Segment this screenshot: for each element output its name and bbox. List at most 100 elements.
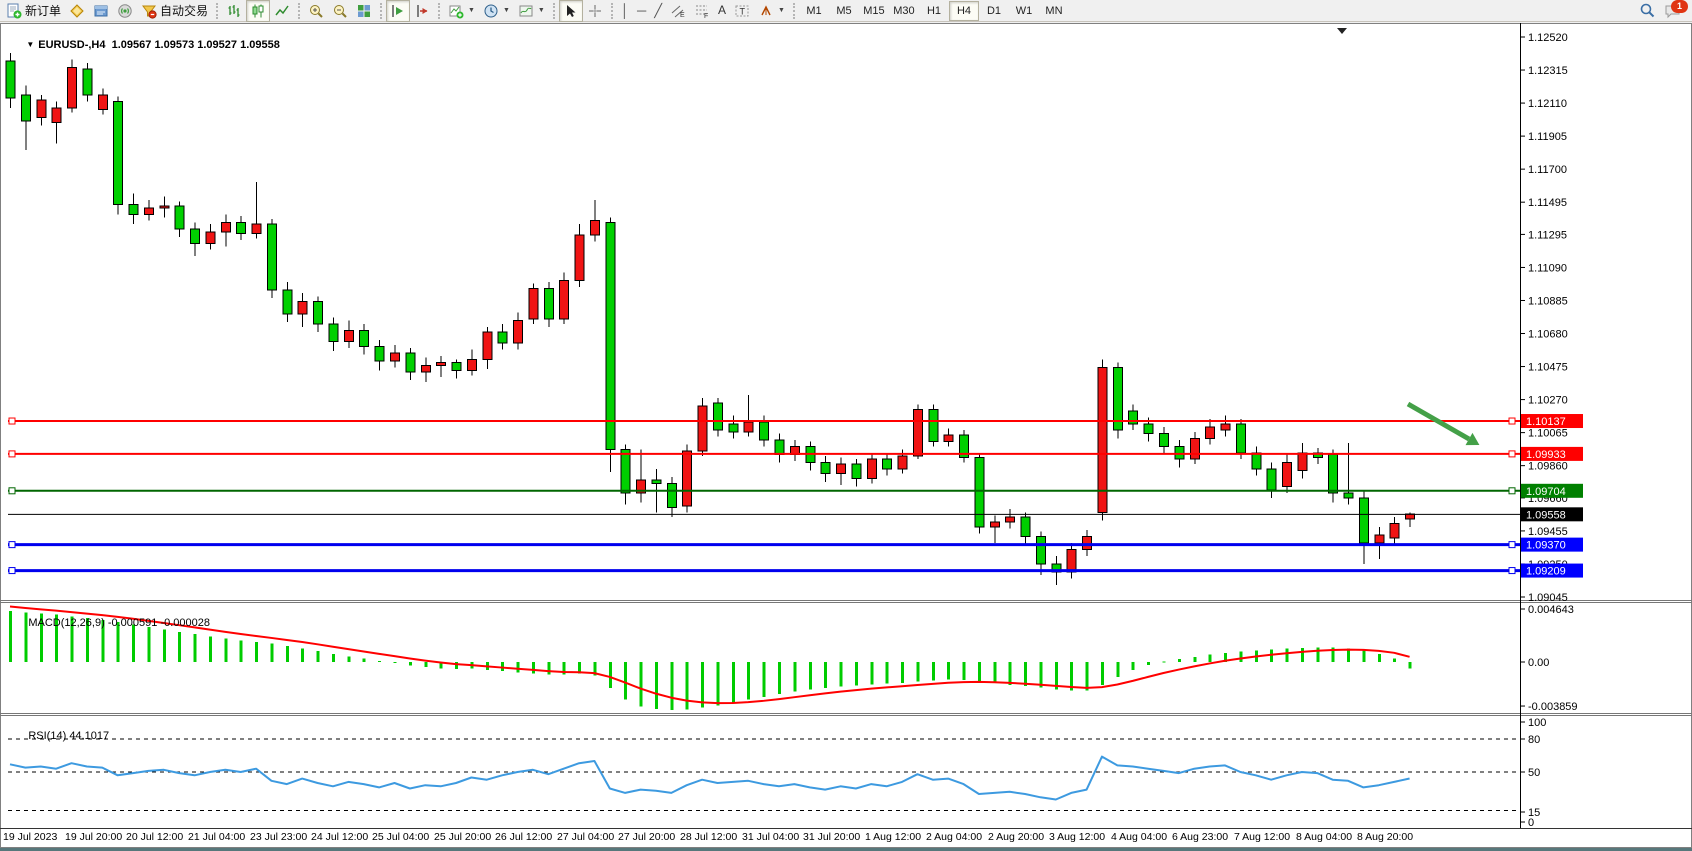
zoom-out-button[interactable] <box>328 0 352 22</box>
candle-up <box>1375 535 1384 543</box>
auto-trading-button[interactable]: 自动交易 <box>137 0 212 22</box>
chart-background <box>0 23 1692 848</box>
cursor-button[interactable] <box>559 0 583 22</box>
price-axis-label: 1.11700 <box>1528 164 1567 176</box>
market-watch-button[interactable] <box>65 0 89 22</box>
macd-bar <box>824 662 827 688</box>
templates-button[interactable]: ▼ <box>514 0 549 22</box>
macd-bar <box>963 662 966 680</box>
candle-up <box>1298 453 1307 471</box>
line-anchor-square[interactable] <box>9 542 15 548</box>
search-button[interactable] <box>1635 0 1660 22</box>
signals-button[interactable] <box>113 0 137 22</box>
line-anchor-square[interactable] <box>9 418 15 424</box>
chart-context-arrow-icon[interactable]: ▼ <box>26 40 34 49</box>
line-anchor-square[interactable] <box>1509 488 1515 494</box>
macd-bar <box>1101 662 1104 685</box>
rsi-indicator-label: RSI(14) 44.1017 <box>10 718 109 754</box>
candle-down <box>329 324 338 342</box>
macd-bar <box>624 662 627 700</box>
trendline-button[interactable]: ╱ <box>650 0 666 22</box>
crosshair-button[interactable] <box>583 0 607 22</box>
candle-down <box>1160 433 1169 446</box>
macd-bar <box>886 662 889 684</box>
macd-bar <box>993 662 996 683</box>
notification-badge: 1 <box>1671 0 1688 13</box>
text-icon: A <box>718 4 726 17</box>
macd-bar <box>1009 662 1012 685</box>
candle-up <box>298 301 307 314</box>
market-watch-icon <box>69 3 85 19</box>
new-order-button[interactable]: 新订单 <box>2 0 65 22</box>
line-anchor-square[interactable] <box>9 568 15 574</box>
notifications-button[interactable]: 1 <box>1660 0 1686 22</box>
macd-bar <box>747 662 750 700</box>
chart-title: ▼EURUSD-,H4 1.09567 1.09573 1.09527 1.09… <box>8 27 280 63</box>
timeframe-w1-button[interactable]: W1 <box>1009 1 1039 21</box>
price-axis-label: 1.11495 <box>1528 197 1567 209</box>
line-anchor-square[interactable] <box>9 451 15 457</box>
timeframe-m5-button[interactable]: M5 <box>829 1 859 21</box>
auto-scroll-button[interactable] <box>386 0 410 22</box>
price-axis-label: 1.12110 <box>1528 98 1567 110</box>
horizontal-line-button[interactable]: ─ <box>633 0 650 22</box>
indicators-button[interactable]: ▼ <box>444 0 479 22</box>
candle-down <box>452 363 461 371</box>
candle-chart-mode-button[interactable] <box>246 0 270 22</box>
price-axis-label: 1.09860 <box>1528 461 1568 473</box>
candle-down <box>1236 424 1245 453</box>
macd-bar <box>670 662 673 710</box>
candle-up <box>944 435 953 441</box>
bar-chart-mode-button[interactable] <box>222 0 246 22</box>
macd-bar <box>1178 659 1181 662</box>
timeframe-m30-button[interactable]: M30 <box>889 1 919 21</box>
time-axis-label: 23 Jul 23:00 <box>250 831 307 843</box>
macd-bar <box>363 659 366 662</box>
candle-up <box>467 359 476 370</box>
candle-up <box>560 280 569 319</box>
tile-windows-icon <box>356 3 372 19</box>
price-tag-label: 1.09209 <box>1526 566 1566 578</box>
time-axis-label: 28 Jul 12:00 <box>680 831 737 843</box>
price-axis-label: 1.12520 <box>1528 32 1568 44</box>
vertical-line-button[interactable]: │ <box>617 0 633 22</box>
candle-down <box>114 101 123 204</box>
text-button[interactable]: A <box>714 0 730 22</box>
navigator-button[interactable] <box>89 0 113 22</box>
line-anchor-square[interactable] <box>9 488 15 494</box>
timeframe-mn-button[interactable]: MN <box>1039 1 1069 21</box>
timeframe-h1-button[interactable]: H1 <box>919 1 949 21</box>
text-label-button[interactable]: T <box>730 0 754 22</box>
candle-up <box>52 108 61 123</box>
macd-bar <box>686 662 689 709</box>
timeframe-d1-button[interactable]: D1 <box>979 1 1009 21</box>
new-order-label: 新订单 <box>25 2 61 19</box>
macd-bar <box>947 662 950 680</box>
price-axis-label: 1.12315 <box>1528 65 1568 77</box>
channel-button[interactable]: E <box>666 0 690 22</box>
fibonacci-button[interactable]: F <box>690 0 714 22</box>
periods-button[interactable]: ▼ <box>479 0 514 22</box>
timeframe-h4-button[interactable]: H4 <box>949 1 979 21</box>
arrows-button[interactable]: ▼ <box>754 0 789 22</box>
timeframe-m1-button[interactable]: M1 <box>799 1 829 21</box>
line-anchor-square[interactable] <box>1509 542 1515 548</box>
tile-windows-button[interactable] <box>352 0 376 22</box>
new-order-icon <box>6 3 22 19</box>
rsi-axis-label: 80 <box>1528 734 1540 746</box>
macd-bar <box>840 662 843 687</box>
chevron-down-icon: ▼ <box>538 7 545 14</box>
zoom-in-button[interactable] <box>304 0 328 22</box>
timeframe-m15-button[interactable]: M15 <box>859 1 889 21</box>
chart-shift-button[interactable] <box>410 0 434 22</box>
chart-symbol-timeframe: EURUSD-,H4 <box>38 39 105 51</box>
line-anchor-square[interactable] <box>1509 418 1515 424</box>
line-chart-mode-button[interactable] <box>270 0 294 22</box>
macd-bar <box>1286 649 1289 662</box>
chart-canvas[interactable]: 1.125201.123151.121101.119051.117001.114… <box>0 23 1692 848</box>
line-anchor-square[interactable] <box>1509 568 1515 574</box>
macd-bar <box>1362 651 1365 662</box>
candle-up <box>514 321 523 344</box>
line-anchor-square[interactable] <box>1509 451 1515 457</box>
candle-up <box>37 100 46 118</box>
